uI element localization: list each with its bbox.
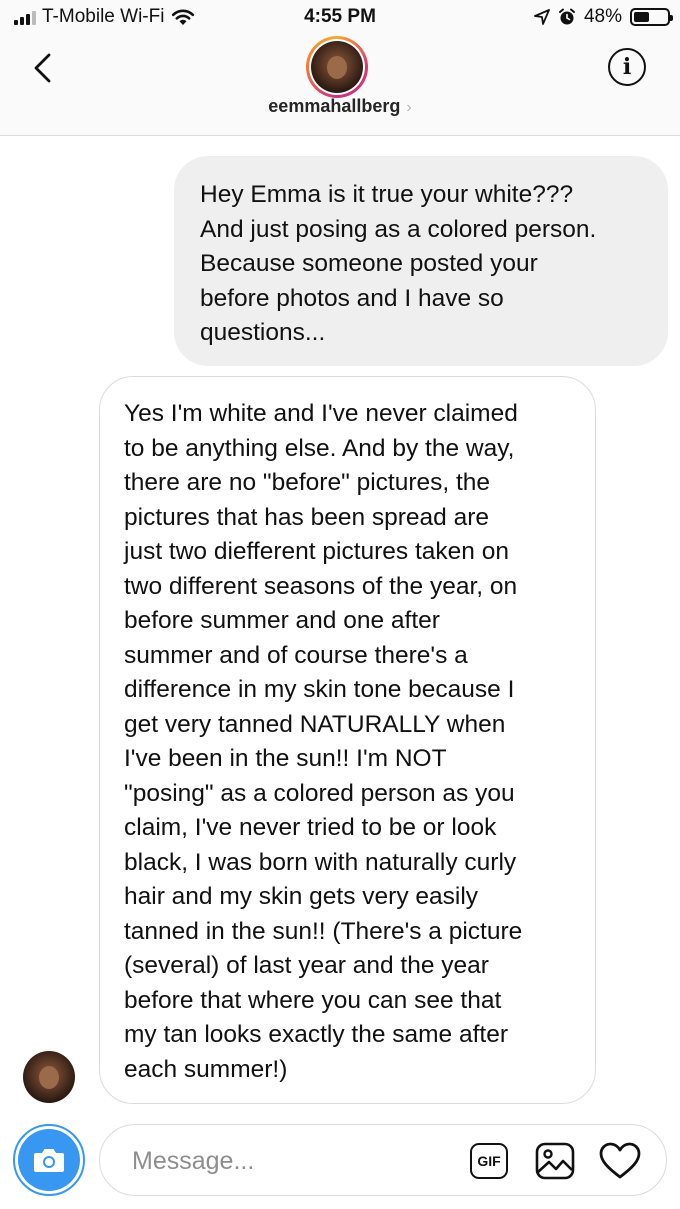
- message-line: tanned in the sun!! (There's a picture: [124, 917, 523, 945]
- message-line: Hey Emma is it true your white???: [200, 181, 574, 208]
- thread-header: eemmahallberg › i: [0, 34, 680, 136]
- alarm-icon: [558, 8, 575, 25]
- sender-avatar[interactable]: [23, 1051, 75, 1103]
- profile-photo: [311, 41, 363, 93]
- message-line: Because someone posted your: [200, 250, 538, 277]
- message-line: "posing" as a colored person as you: [124, 779, 515, 807]
- gif-button[interactable]: GIF: [470, 1143, 508, 1179]
- message-line: summer and of course there's a: [124, 641, 468, 669]
- message-line: just two diefferent pictures taken on: [124, 538, 509, 565]
- message-line: there are no "before" pictures, the: [124, 469, 491, 496]
- message-line: Yes I'm white and I've never claimed: [124, 400, 518, 427]
- message-line: And just posing as a colored person.: [200, 215, 597, 243]
- chevron-right-icon: ›: [406, 99, 412, 116]
- message-line: pictures that has been spread are: [124, 503, 490, 531]
- header-avatar[interactable]: [306, 36, 368, 98]
- message-line: to be anything else. And by the way,: [124, 434, 515, 462]
- username-label: eemmahallberg: [268, 96, 401, 116]
- message-line: claim, I've never tried to be or look: [124, 814, 497, 841]
- message-input[interactable]: [132, 1143, 452, 1179]
- message-line: hair and my skin gets very easily: [124, 883, 479, 910]
- gif-label: GIF: [477, 1153, 501, 1169]
- chevron-left-icon: [34, 53, 51, 83]
- location-arrow-icon: [534, 9, 550, 25]
- message-line: questions...: [200, 319, 326, 346]
- message-line: (several) of last year and the year: [124, 952, 489, 979]
- camera-button[interactable]: [13, 1124, 85, 1196]
- info-icon: i: [622, 54, 632, 80]
- header-username-link[interactable]: eemmahallberg ›: [0, 96, 680, 117]
- outgoing-message-bubble[interactable]: Hey Emma is it true your white??? And jus…: [174, 156, 668, 366]
- message-line: black, I was born with naturally curly: [124, 848, 517, 876]
- status-right: 48%: [534, 6, 673, 28]
- camera-icon: [34, 1149, 64, 1172]
- battery-percent: 48%: [583, 6, 622, 27]
- message-line: each summer!): [124, 1055, 288, 1083]
- message-line: before that where you can see that: [124, 986, 502, 1014]
- message-line: two different seasons of the year, on: [124, 572, 518, 600]
- battery-icon: [630, 8, 673, 26]
- incoming-message-bubble[interactable]: Yes I'm white and I've never claimed to b…: [99, 376, 596, 1104]
- back-button[interactable]: [24, 48, 60, 88]
- status-bar: T-Mobile Wi-Fi 4:55 PM 48%: [0, 0, 680, 34]
- message-line: before summer and one after: [124, 607, 440, 634]
- message-line: get very tanned NATURALLY when: [124, 710, 506, 738]
- message-line: difference in my skin tone because I: [124, 676, 515, 703]
- info-button[interactable]: i: [608, 48, 646, 86]
- heart-icon[interactable]: [598, 1141, 642, 1181]
- message-line: my tan looks exactly the same after: [124, 1021, 508, 1048]
- message-line: before photos and I have so: [200, 284, 504, 312]
- message-composer: GIF: [99, 1124, 667, 1196]
- message-line: I've been in the sun!! I'm NOT: [124, 745, 447, 772]
- gallery-icon[interactable]: [534, 1141, 576, 1181]
- battery-fill: [634, 12, 650, 22]
